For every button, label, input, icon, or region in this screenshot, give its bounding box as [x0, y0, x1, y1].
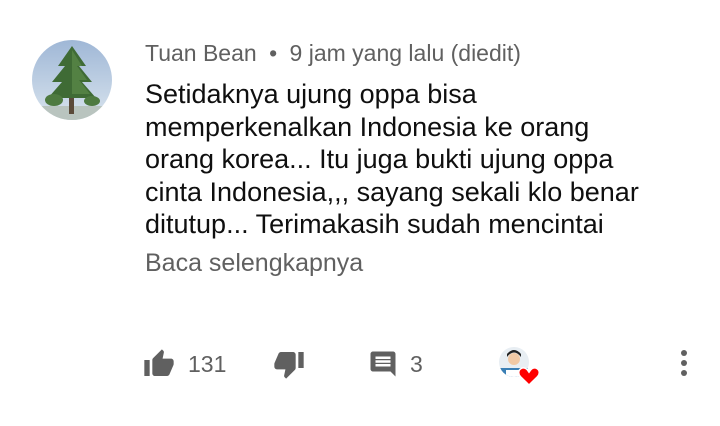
comment-time: 9 jam yang lalu (diedit)	[289, 40, 521, 66]
thumbs-down-icon	[274, 352, 304, 379]
creator-heart-badge	[496, 344, 542, 388]
comment-text-line: Setidaknya ujung oppa bisa	[145, 79, 477, 109]
meta-separator: •	[269, 40, 278, 66]
reply-count: 3	[410, 350, 423, 377]
read-more-link[interactable]: Baca selengkapnya	[145, 247, 690, 279]
like-count: 131	[188, 350, 227, 377]
comment-content: Tuan Bean • 9 jam yang lalu (diedit) Set…	[145, 38, 690, 279]
comment-icon	[370, 351, 396, 377]
comment-meta: Tuan Bean • 9 jam yang lalu (diedit)	[145, 38, 690, 68]
author-name[interactable]: Tuan Bean	[145, 40, 257, 66]
comment-text-line: ditutup... Terimakasih sudah mencintai	[145, 209, 604, 239]
comment-actions: 131 3	[0, 336, 720, 392]
comment-text-line: memperkenalkan Indonesia ke orang	[145, 111, 590, 142]
tree-avatar-icon	[32, 40, 112, 120]
reply-button[interactable]: 3	[368, 346, 423, 382]
like-button[interactable]: 131	[142, 346, 226, 382]
comment-text: Setidaknya ujung oppa bisa memperkenalka…	[145, 78, 690, 241]
dislike-button[interactable]	[272, 346, 306, 382]
avatar[interactable]	[32, 40, 112, 120]
more-vert-icon	[681, 350, 687, 376]
comment-text-line: orang korea... Itu juga bukti ujung oppa	[145, 144, 614, 174]
creator-heart-icon	[499, 347, 540, 387]
comment-text-line: cinta Indonesia,,, sayang sekali klo ben…	[145, 176, 639, 207]
more-options-button[interactable]	[674, 348, 694, 378]
thumbs-up-icon	[144, 349, 174, 376]
